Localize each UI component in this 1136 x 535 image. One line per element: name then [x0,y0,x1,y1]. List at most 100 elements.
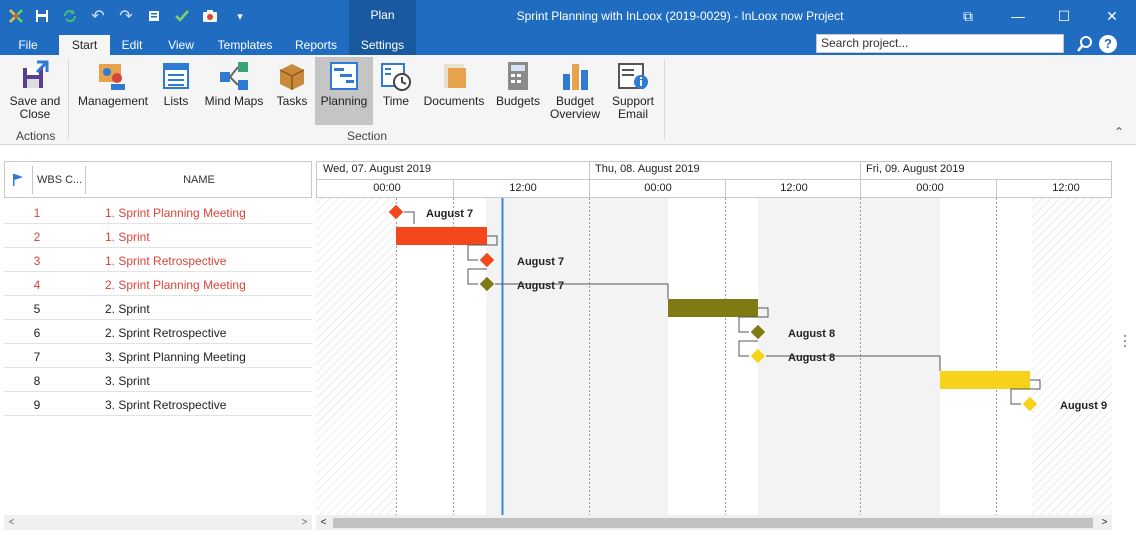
management-button[interactable]: Management [74,57,152,125]
tab-view[interactable]: View [160,35,202,55]
table-row[interactable]: 6 2. Sprint Retrospective [4,320,312,344]
group-divider [664,59,665,139]
lists-label: Lists [163,94,189,108]
name-column-header[interactable]: NAME [87,162,311,197]
hour-header: 12:00 [509,182,537,194]
wbs-cell: 7 [33,350,41,364]
planning-label: Planning [320,94,368,108]
task-bar-sprint-3[interactable] [940,371,1030,389]
mind-maps-button[interactable]: Mind Maps [202,57,266,125]
title-bar: ↶ ↷ ▾ Sprint Planning with InLoox (2019-… [0,0,1136,32]
milestone-label: August 7 [426,208,474,220]
day-header-thu: Thu, 08. August 2019 [595,163,700,175]
table-row[interactable]: 3 1. Sprint Retrospective [4,248,312,272]
budget-overview-button[interactable]: Budget Overview [549,57,601,125]
documents-label: Documents [423,94,485,108]
column-divider [32,166,33,194]
table-row[interactable]: 1 1. Sprint Planning Meeting [4,200,312,224]
scrollbar-thumb[interactable] [333,518,1093,528]
planning-button[interactable]: Planning [315,57,373,125]
scroll-left-arrow-icon[interactable]: < [316,515,331,530]
mind-map-icon [220,62,248,90]
task-name-cell: 2. Sprint Planning Meeting [105,278,246,292]
hour-header: 00:00 [916,182,944,194]
task-name-cell: 2. Sprint Retrospective [105,326,227,340]
scroll-right-arrow-icon[interactable]: > [1097,515,1112,530]
help-icon[interactable]: ? [1099,35,1117,53]
tab-file[interactable]: File [8,35,48,55]
task-name-cell: 3. Sprint [105,374,150,388]
wbs-cell: 9 [33,398,41,412]
documents-button[interactable]: Documents [420,57,488,125]
wbs-cell: 2 [33,230,41,244]
gantt-chart: Wed, 07. August 2019 Thu, 08. August 201… [316,161,1112,515]
task-name-cell: 2. Sprint [105,302,150,316]
wbs-column-header[interactable]: WBS C... [37,162,87,197]
splitter-grip-icon[interactable] [1122,333,1128,349]
support-email-label: Support Email [611,94,655,121]
redo-icon[interactable]: ↷ [116,6,136,26]
time-clock-icon [381,63,411,91]
wbs-cell: 5 [33,302,41,316]
search-input[interactable]: Search project... [816,34,1064,53]
tasks-button[interactable]: Tasks [272,57,312,125]
gantt-horizontal-scrollbar[interactable]: < > [316,515,1112,530]
task-name-cell: 1. Sprint Retrospective [105,254,227,268]
documents-icon [444,64,466,88]
mind-maps-label: Mind Maps [204,94,264,108]
save-icon[interactable] [32,6,52,26]
search-icon[interactable] [1076,35,1094,53]
budget-overview-chart-icon [563,64,588,90]
management-label: Management [77,94,149,108]
tab-reports[interactable]: Reports [288,35,344,55]
planning-gantt-icon [330,62,358,90]
save-close-icon [23,60,49,88]
column-divider [85,166,86,194]
off-hours-shade [486,198,668,515]
task-bar-sprint-1[interactable] [396,227,487,245]
maximize-button[interactable]: ☐ [1041,0,1087,32]
clipboard-icon[interactable] [144,6,164,26]
milestone-label: August 7 [517,256,565,268]
restore-window-icon[interactable]: ⧉ [945,0,991,32]
table-row[interactable]: 2 1. Sprint [4,224,312,248]
tab-start[interactable]: Start [59,35,110,55]
save-and-close-button[interactable]: Save and Close [6,57,64,125]
time-button[interactable]: Time [378,57,414,125]
hour-header: 00:00 [373,182,401,194]
scroll-left-arrow-icon[interactable]: < [4,515,19,530]
tab-templates[interactable]: Templates [210,35,280,55]
milestone-label: August 8 [788,352,836,364]
minimize-button[interactable]: — [995,0,1041,32]
table-row[interactable]: 4 2. Sprint Planning Meeting [4,272,312,296]
scroll-right-arrow-icon[interactable]: > [297,515,312,530]
tasks-box-icon [279,64,305,90]
collapse-ribbon-icon[interactable]: ⌃ [1114,125,1124,139]
budgets-button[interactable]: Budgets [492,57,544,125]
support-email-button[interactable]: Support Email [607,57,659,125]
task-bar-sprint-2[interactable] [668,299,758,317]
lists-button[interactable]: Lists [156,57,196,125]
refresh-icon[interactable] [60,6,80,26]
table-row[interactable]: 9 3. Sprint Retrospective [4,392,312,416]
table-row[interactable]: 7 3. Sprint Planning Meeting [4,344,312,368]
grid-horizontal-scrollbar[interactable]: < > [4,515,312,530]
save-and-close-label: Save and Close [9,94,61,121]
undo-icon[interactable]: ↶ [88,6,108,26]
table-row[interactable]: 5 2. Sprint [4,296,312,320]
task-name-cell: 3. Sprint Planning Meeting [105,350,246,364]
close-button[interactable]: ✕ [1089,0,1135,32]
day-header-wed: Wed, 07. August 2019 [323,163,432,175]
hour-header: 12:00 [780,182,808,194]
flag-icon[interactable] [11,162,31,197]
group-label-actions: Actions [16,129,56,143]
table-row[interactable]: 8 3. Sprint [4,368,312,392]
milestone-label: August 7 [517,280,565,292]
budgets-calculator-icon [508,62,528,90]
camera-icon[interactable] [200,6,220,26]
tab-edit[interactable]: Edit [112,35,152,55]
tab-settings[interactable]: Settings [349,35,416,55]
check-icon[interactable] [172,6,192,26]
qat-dropdown-icon[interactable]: ▾ [230,6,250,26]
wbs-cell: 4 [33,278,41,292]
